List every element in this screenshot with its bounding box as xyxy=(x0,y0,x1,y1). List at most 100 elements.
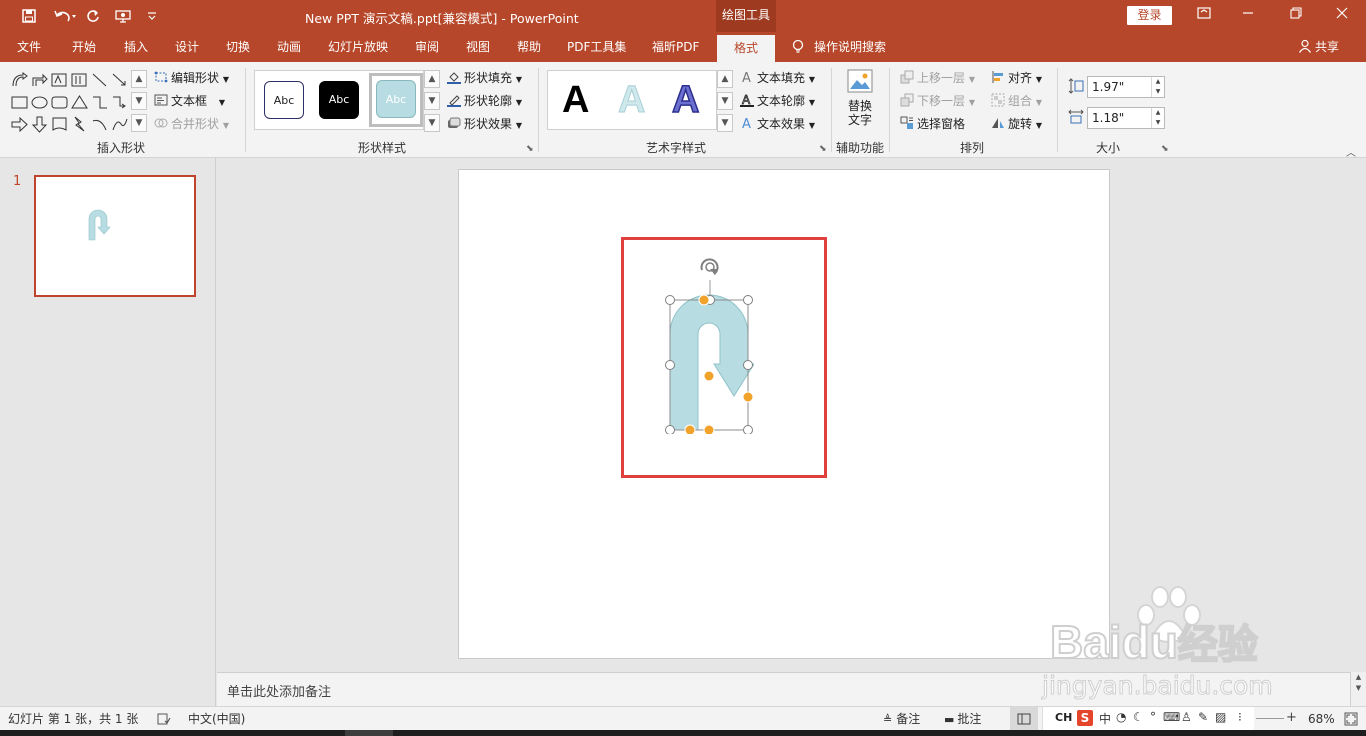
tab-file[interactable]: 文件 xyxy=(17,32,41,62)
fit-slide-icon[interactable] xyxy=(1344,712,1358,726)
shape-flowchart-shape-icon[interactable] xyxy=(50,115,68,133)
gallery-down-icon[interactable]: ▼ xyxy=(717,92,733,110)
gallery-up-icon[interactable]: ▲ xyxy=(131,70,147,88)
ime-skin-icon[interactable]: ▨ xyxy=(1215,710,1226,724)
gallery-down-icon[interactable]: ▼ xyxy=(131,92,147,110)
ribbon-display-options-icon[interactable] xyxy=(1184,4,1224,26)
tell-me-search[interactable]: 操作说明搜索 xyxy=(792,32,886,62)
merge-shapes-button[interactable]: 合并形状 ▼ xyxy=(154,114,229,134)
gallery-more-icon[interactable]: ▼ xyxy=(131,114,147,132)
comments-toggle-button[interactable]: ▬ 批注 xyxy=(944,710,981,728)
tab-help[interactable]: 帮助 xyxy=(517,32,541,62)
shape-oval-icon[interactable] xyxy=(30,93,48,111)
send-backward-button[interactable]: 下移一层 ▼ xyxy=(900,91,975,111)
tab-review[interactable]: 审阅 xyxy=(415,32,439,62)
wordart-black[interactable]: A xyxy=(562,77,589,123)
tab-animations[interactable]: 动画 xyxy=(277,32,301,62)
ime-mode[interactable]: CH xyxy=(1055,711,1072,724)
ime-tools-icon[interactable]: ✎ xyxy=(1198,710,1208,724)
zoom-level[interactable]: 68% xyxy=(1308,710,1335,728)
zoom-in-icon[interactable]: + xyxy=(1286,710,1297,725)
gallery-more-icon[interactable]: ▼ xyxy=(424,114,440,132)
zoom-slider[interactable] xyxy=(1256,718,1284,719)
shape-fill-button[interactable]: 形状填充 ▼ xyxy=(447,68,522,88)
dialog-launcher-icon[interactable]: ⬊ xyxy=(1161,144,1169,154)
bring-forward-button[interactable]: 上移一层 ▼ xyxy=(900,68,975,88)
shape-effects-button[interactable]: 形状效果 ▼ xyxy=(447,114,522,134)
shape-rectangle-icon[interactable] xyxy=(10,93,28,111)
shape-elbow-arrow-icon[interactable] xyxy=(110,93,128,111)
wordart-blue-outline[interactable]: A xyxy=(671,77,700,123)
text-fill-button[interactable]: A 文本填充 ▼ xyxy=(740,68,815,88)
u-turn-arrow-shape[interactable] xyxy=(664,254,754,434)
tab-view[interactable]: 视图 xyxy=(466,32,490,62)
tab-insert[interactable]: 插入 xyxy=(124,32,148,62)
rotate-button[interactable]: 旋转 ▼ xyxy=(991,114,1042,134)
customize-qat-icon[interactable] xyxy=(141,6,163,26)
shape-down-arrow-icon[interactable] xyxy=(30,115,48,133)
shape-style-black[interactable]: Abc xyxy=(319,81,359,119)
shape-style-gallery[interactable]: Abc Abc Abc xyxy=(254,70,424,130)
shape-lightning-icon[interactable] xyxy=(70,115,88,133)
spinner-icon[interactable]: ▲ ▼ xyxy=(1151,77,1164,97)
shape-style-outline[interactable]: Abc xyxy=(264,81,304,119)
text-box-button[interactable]: 文本框 ▼ xyxy=(154,91,225,111)
shape-style-light-blue[interactable]: Abc xyxy=(376,80,416,118)
tab-home[interactable]: 开始 xyxy=(72,32,96,62)
shape-bent-arrow-icon[interactable] xyxy=(30,71,48,89)
shape-curved-arrow-icon[interactable] xyxy=(10,71,28,89)
ime-punctuation-icon[interactable]: ◔ xyxy=(1116,710,1126,724)
dialog-launcher-icon[interactable]: ⬊ xyxy=(819,144,827,154)
wordart-light-blue[interactable]: A xyxy=(617,77,645,123)
save-icon[interactable] xyxy=(18,6,40,26)
dialog-launcher-icon[interactable]: ⬊ xyxy=(526,144,534,154)
ime-chinese-icon[interactable]: 中 xyxy=(1099,710,1111,727)
collapse-ribbon-icon[interactable]: ︿ xyxy=(1346,144,1356,159)
wordart-gallery[interactable]: A A A xyxy=(547,70,717,130)
selection-pane-button[interactable]: 选择窗格 xyxy=(900,114,965,134)
tab-foxit-pdf[interactable]: 福昕PDF xyxy=(652,32,699,62)
shape-arc-icon[interactable] xyxy=(90,115,108,133)
gallery-down-icon[interactable]: ▼ xyxy=(424,92,440,110)
tab-design[interactable]: 设计 xyxy=(175,32,199,62)
gallery-more-icon[interactable]: ▼ xyxy=(717,114,733,132)
tab-format[interactable]: 格式 xyxy=(717,35,775,62)
spelling-check-icon[interactable] xyxy=(157,713,171,725)
slide-thumbnail-1[interactable] xyxy=(34,175,196,297)
shape-elbow-connector-icon[interactable] xyxy=(90,93,108,111)
edit-shape-button[interactable]: 编辑形状 ▼ xyxy=(154,68,229,88)
undo-icon[interactable] xyxy=(50,6,80,26)
gallery-up-icon[interactable]: ▲ xyxy=(424,70,440,88)
shape-width-input[interactable]: 1.18" ▲ ▼ xyxy=(1087,107,1165,129)
ime-keyboard-icon[interactable]: ⌨ xyxy=(1163,710,1180,724)
ime-more-icon[interactable]: ⁝ xyxy=(1238,710,1242,724)
close-icon[interactable] xyxy=(1322,4,1362,26)
gallery-up-icon[interactable]: ▲ xyxy=(717,70,733,88)
align-button[interactable]: 对齐 ▼ xyxy=(991,68,1042,88)
shape-height-input[interactable]: 1.97" ▲ ▼ xyxy=(1087,76,1165,98)
notes-scrollbar[interactable]: ▲ ▼ xyxy=(1350,672,1366,706)
shape-rounded-rectangle-icon[interactable] xyxy=(50,93,68,111)
text-effects-button[interactable]: A 文本效果 ▼ xyxy=(740,114,815,134)
text-outline-button[interactable]: A 文本轮廓 ▼ xyxy=(740,91,815,111)
language-status[interactable]: 中文(中国) xyxy=(188,710,245,728)
present-from-start-icon[interactable] xyxy=(112,6,134,26)
taskbar-app-button[interactable] xyxy=(345,730,393,736)
share-button[interactable]: 共享 xyxy=(1298,32,1339,62)
shape-right-arrow-icon[interactable] xyxy=(10,115,28,133)
shape-curve-icon[interactable] xyxy=(110,115,128,133)
ime-dot-icon[interactable]: ° xyxy=(1150,710,1156,724)
alt-text-button[interactable]: 替换 文字 xyxy=(842,68,878,134)
tab-transitions[interactable]: 切换 xyxy=(226,32,250,62)
restore-icon[interactable] xyxy=(1276,4,1316,26)
shape-triangle-icon[interactable] xyxy=(70,93,88,111)
ime-moon-icon[interactable]: ☾ xyxy=(1133,710,1144,724)
spinner-icon[interactable]: ▲ ▼ xyxy=(1151,108,1164,128)
notes-toggle-button[interactable]: ≜ 备注 xyxy=(883,710,920,728)
shape-arrow-line-icon[interactable] xyxy=(110,71,128,89)
minimize-icon[interactable] xyxy=(1228,4,1268,26)
slide-canvas[interactable] xyxy=(458,169,1110,659)
ime-user-icon[interactable]: ♙ xyxy=(1181,710,1192,724)
shape-line-icon[interactable] xyxy=(90,71,108,89)
group-button[interactable]: 组合 ▼ xyxy=(991,91,1042,111)
